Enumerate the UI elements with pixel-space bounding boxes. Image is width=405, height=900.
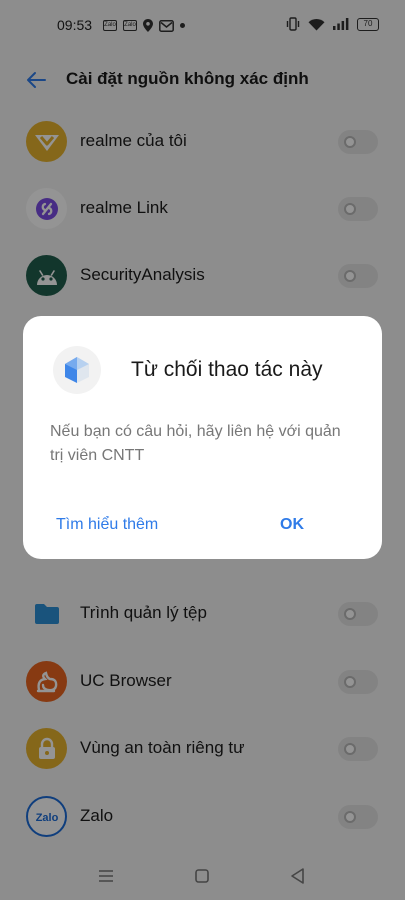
ok-button[interactable]: OK [280, 516, 304, 534]
device-admin-icon [53, 346, 101, 394]
dialog-title: Từ chối thao tác này [131, 358, 323, 381]
dialog-message: Nếu bạn có câu hỏi, hãy liên hệ với quản… [50, 423, 341, 464]
learn-more-button[interactable]: Tìm hiểu thêm [56, 516, 158, 534]
denied-dialog: Từ chối thao tác này Nếu bạn có câu hỏi,… [23, 316, 382, 559]
